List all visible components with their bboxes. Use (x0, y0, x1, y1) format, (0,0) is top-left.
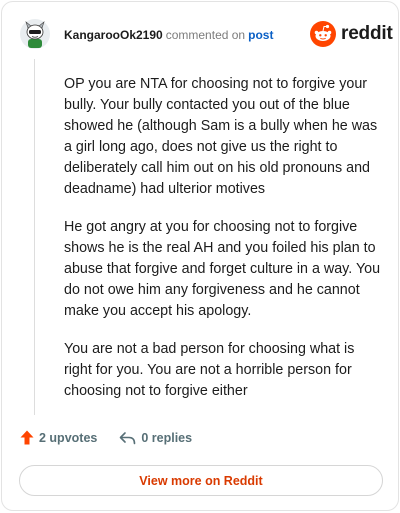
upvote-button[interactable]: 2 upvotes (20, 430, 97, 445)
comment-body: OP you are NTA for choosing not to forgi… (64, 74, 382, 419)
commented-on-text: commented on (165, 28, 246, 42)
snoo-avatar-icon (20, 19, 50, 49)
reddit-logo[interactable]: reddit (310, 21, 393, 47)
reddit-logo-icon (310, 21, 336, 47)
thread-line (34, 59, 35, 415)
reply-button[interactable]: 0 replies (119, 431, 192, 445)
username-link[interactable]: KangarooOk2190 (64, 28, 163, 42)
upvote-arrow-icon (20, 430, 34, 445)
reddit-wordmark: reddit (341, 23, 393, 44)
reply-count: 0 replies (141, 430, 193, 445)
comment-paragraph: You are not a bad person for choosing wh… (64, 341, 355, 399)
comment-paragraph: He got angry at you for choosing not to … (64, 219, 381, 319)
upvote-count: 2 upvotes (39, 430, 98, 445)
comment-paragraph: OP you are NTA for choosing not to forgi… (64, 76, 378, 197)
reply-icon (120, 431, 136, 444)
comment-card: KangarooOk2190 commented on post reddit OP… (1, 1, 399, 511)
user-avatar[interactable] (20, 19, 50, 49)
post-link[interactable]: post (248, 28, 273, 42)
view-more-button[interactable]: View more on Reddit (19, 465, 383, 496)
comment-actions: 2 upvotes 0 replies (20, 430, 192, 445)
comment-header: KangarooOk2190 commented on post (64, 27, 273, 43)
